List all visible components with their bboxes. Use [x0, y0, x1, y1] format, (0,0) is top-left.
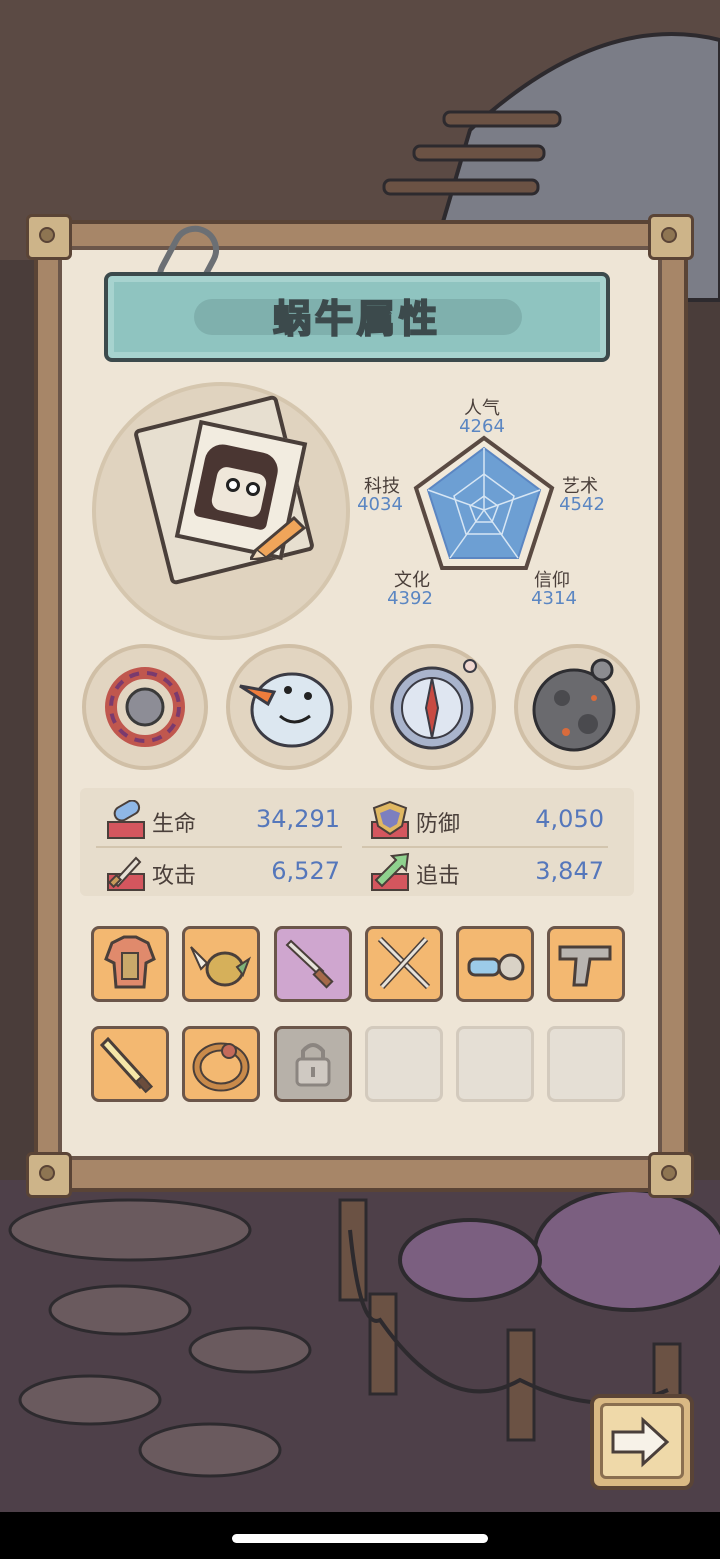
health-pill-icon	[107, 800, 145, 839]
chase-arrow-icon	[371, 852, 410, 891]
radar-value-popularity: 4264	[459, 416, 505, 437]
equipment-slot-empty[interactable]	[547, 1026, 625, 1102]
radar-value-faith: 4314	[531, 588, 577, 609]
stat-value-attack: 6,527	[271, 857, 340, 885]
arrow-right-icon	[611, 1416, 670, 1468]
relic-slot-2[interactable]	[226, 644, 352, 770]
equipment-slot-3[interactable]	[274, 926, 352, 1002]
stat-label-attack: 攻击	[152, 864, 197, 889]
stat-label-chase: 追击	[416, 864, 461, 889]
radar-value-tech: 4034	[357, 494, 403, 515]
stat-value-chase: 3,847	[535, 857, 604, 885]
radar-value-culture: 4392	[387, 588, 433, 609]
relic-slot-1[interactable]	[82, 644, 208, 770]
panel-corner-ornament	[648, 214, 694, 260]
relic-slot-3[interactable]	[370, 644, 496, 770]
equipment-slot-2[interactable]	[182, 926, 260, 1002]
relic-slot-4[interactable]	[514, 644, 640, 770]
equipment-slot-locked[interactable]	[274, 1026, 352, 1102]
avatar-eye	[226, 478, 240, 492]
home-indicator[interactable]	[232, 1534, 488, 1543]
ring-icon	[192, 1042, 250, 1092]
stat-label-hp: 生命	[152, 812, 197, 837]
stat-value-defense: 4,050	[535, 805, 604, 833]
equipment-slot-6[interactable]	[547, 926, 625, 1002]
snowman-head-icon	[239, 672, 334, 748]
equipment-slot-8[interactable]	[182, 1026, 260, 1102]
equipment-slot-empty[interactable]	[365, 1026, 443, 1102]
crossed-swords-icon	[377, 936, 431, 990]
winged-helmet-icon	[190, 946, 252, 987]
equipment-slot-7[interactable]	[91, 1026, 169, 1102]
sword-stat-icon	[107, 856, 145, 891]
equipment-slot-1[interactable]	[91, 926, 169, 1002]
avatar-eye	[246, 482, 260, 496]
stat-value-hp: 34,291	[256, 805, 340, 833]
panel-corner-ornament	[26, 214, 72, 260]
baton-icon	[99, 1036, 154, 1094]
dagger-icon	[285, 939, 334, 989]
divider	[362, 846, 608, 848]
radar-value-art: 4542	[559, 494, 605, 515]
meteorite-icon	[532, 658, 616, 752]
equipment-slot-4[interactable]	[365, 926, 443, 1002]
stat-label-defense: 防御	[416, 812, 461, 837]
shield-icon	[371, 800, 409, 839]
page-title: 蜗牛属性	[272, 296, 441, 342]
armor-icon	[104, 935, 156, 989]
panel-corner-ornament	[648, 1152, 694, 1198]
divider	[96, 846, 342, 848]
panel-corner-ornament	[26, 1152, 72, 1198]
next-button-face[interactable]	[600, 1403, 684, 1479]
pencil-icon	[250, 515, 307, 560]
equipment-slot-empty[interactable]	[456, 1026, 534, 1102]
compass-icon	[390, 659, 477, 750]
lock-icon	[295, 1043, 331, 1087]
thorny-vine-ring-icon	[105, 667, 185, 747]
equipment-slot-5[interactable]	[456, 926, 534, 1002]
goggles-icon	[467, 953, 525, 981]
pistol-icon	[558, 945, 612, 987]
